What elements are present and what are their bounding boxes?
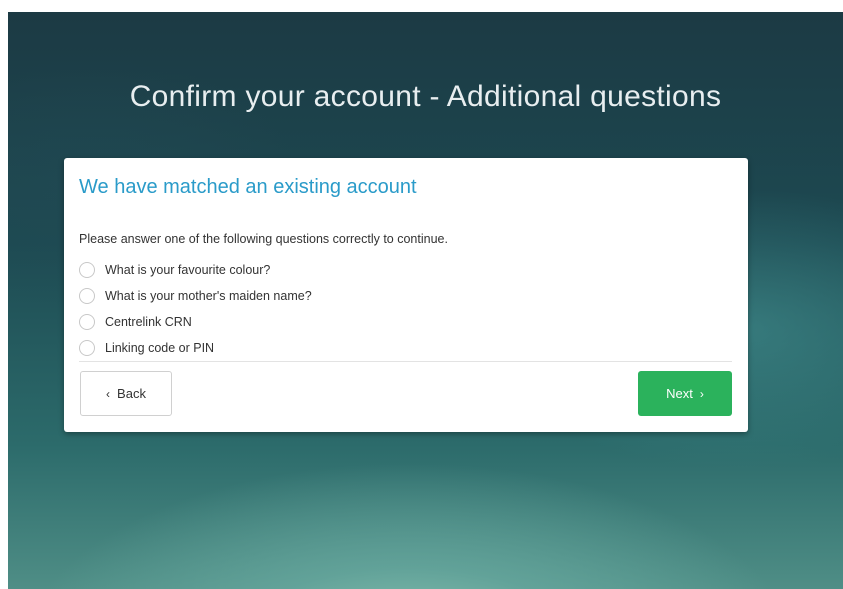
next-button[interactable]: Next › [638,371,732,416]
option-label: What is your favourite colour? [105,263,271,277]
question-options: What is your favourite colour? What is y… [79,257,734,361]
option-label: Linking code or PIN [105,341,215,355]
page-title: Confirm your account - Additional questi… [129,80,722,113]
option-linking-code-or-pin[interactable]: Linking code or PIN [79,335,734,361]
chevron-left-icon: ‹ [106,386,111,401]
option-favourite-colour[interactable]: What is your favourite colour? [79,257,734,283]
option-mothers-maiden-name[interactable]: What is your mother's maiden name? [79,283,734,309]
card-heading: We have matched an existing account [79,176,417,198]
option-label: Centrelink CRN [105,315,192,329]
instruction-text: Please answer one of the following quest… [79,232,448,246]
option-centrelink-crn[interactable]: Centrelink CRN [79,309,734,335]
account-match-card: We have matched an existing account Plea… [64,158,748,432]
radio-button[interactable] [79,262,95,278]
back-button[interactable]: ‹ Back [80,371,172,416]
chevron-right-icon: › [699,386,704,401]
screen: Confirm your account - Additional questi… [0,0,843,589]
radio-button[interactable] [79,314,95,330]
divider [79,361,732,362]
radio-button[interactable] [79,340,95,356]
radio-button[interactable] [79,288,95,304]
next-button-label: Next [666,386,693,401]
back-button-label: Back [117,386,146,401]
option-label: What is your mother's maiden name? [105,289,312,303]
